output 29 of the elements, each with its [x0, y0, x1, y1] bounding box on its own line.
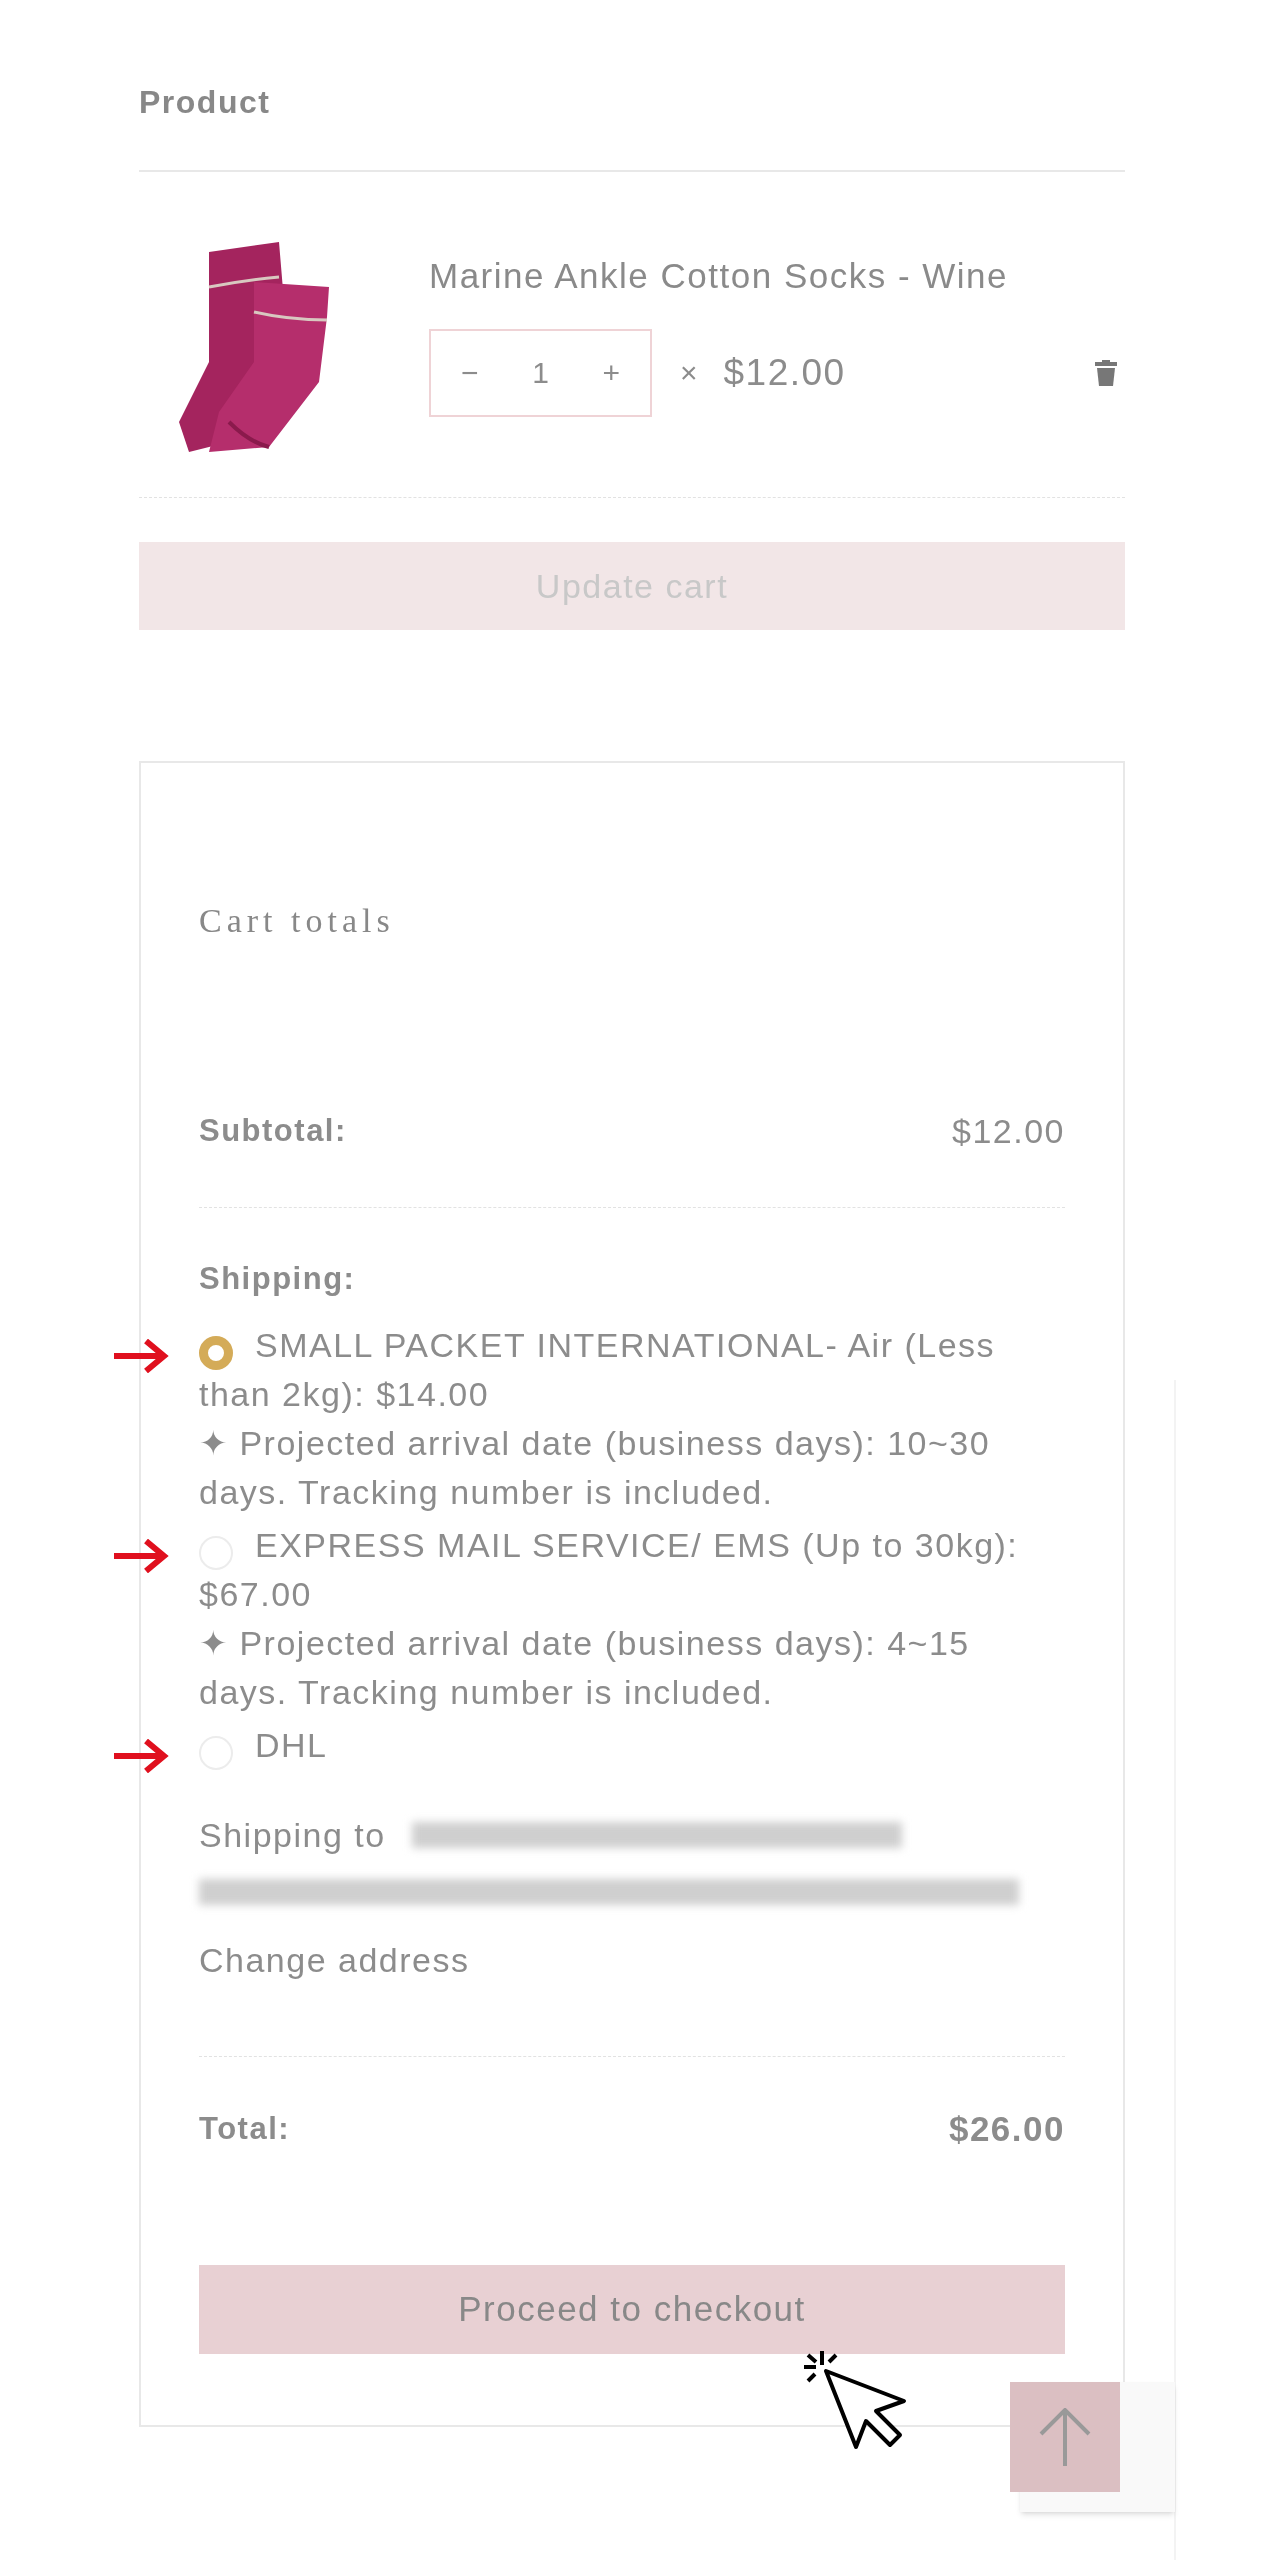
shipping-note: ✦ Projected arrival date (business days): 10~30 days. Tracking number is included. [199, 1422, 992, 1513]
subtotal-value: $12.00 [952, 1111, 1065, 1152]
shipping-option-label[interactable]: DHL [199, 1720, 1065, 1770]
total-label: Total: [199, 2109, 291, 2148]
total-value: $26.00 [948, 2107, 1065, 2150]
shipping-option-label[interactable]: SMALL PACKET INTERNATIONAL- Air (Less than 2kg): $14.00 [199, 1320, 1065, 1419]
product-name[interactable]: Marine Ankle Cotton Socks - Wine [429, 250, 1125, 303]
subtotal-label: Subtotal: [199, 1112, 347, 1151]
up-arrow-icon [1039, 2408, 1091, 2466]
decrement-control[interactable]: − [461, 350, 479, 395]
quantity-stepper[interactable]: − 1 + [429, 328, 652, 417]
shipping-note: ✦ Projected arrival date (business days): 4~15 days. Tracking number is included. [199, 1622, 971, 1713]
pointer-arrow [114, 1738, 170, 1773]
quantity-value[interactable]: 1 [532, 350, 549, 395]
pointer-arrow [114, 1538, 170, 1573]
pointer-arrow [114, 1338, 170, 1373]
shipping-label: Shipping: [199, 1260, 357, 1298]
checkout-button[interactable]: Proceed to checkout [199, 2265, 1065, 2354]
trash-icon[interactable] [1095, 359, 1117, 386]
multiply-sign: × [680, 355, 698, 391]
column-header: Product [139, 84, 271, 120]
radio-button[interactable] [199, 1335, 233, 1370]
product-price: $12.00 [723, 350, 846, 395]
change-address-link[interactable]: Change address [199, 1940, 470, 1979]
shipping-option-label[interactable]: EXPRESS MAIL SERVICE/ EMS (Up to 30kg): $67.00 [199, 1520, 1065, 1619]
back-to-top-button[interactable] [1010, 2382, 1120, 2492]
increment-control[interactable]: + [602, 350, 620, 395]
shipping-to-label: Shipping to [199, 1814, 386, 1856]
panel-title: Cart totals [199, 901, 396, 941]
